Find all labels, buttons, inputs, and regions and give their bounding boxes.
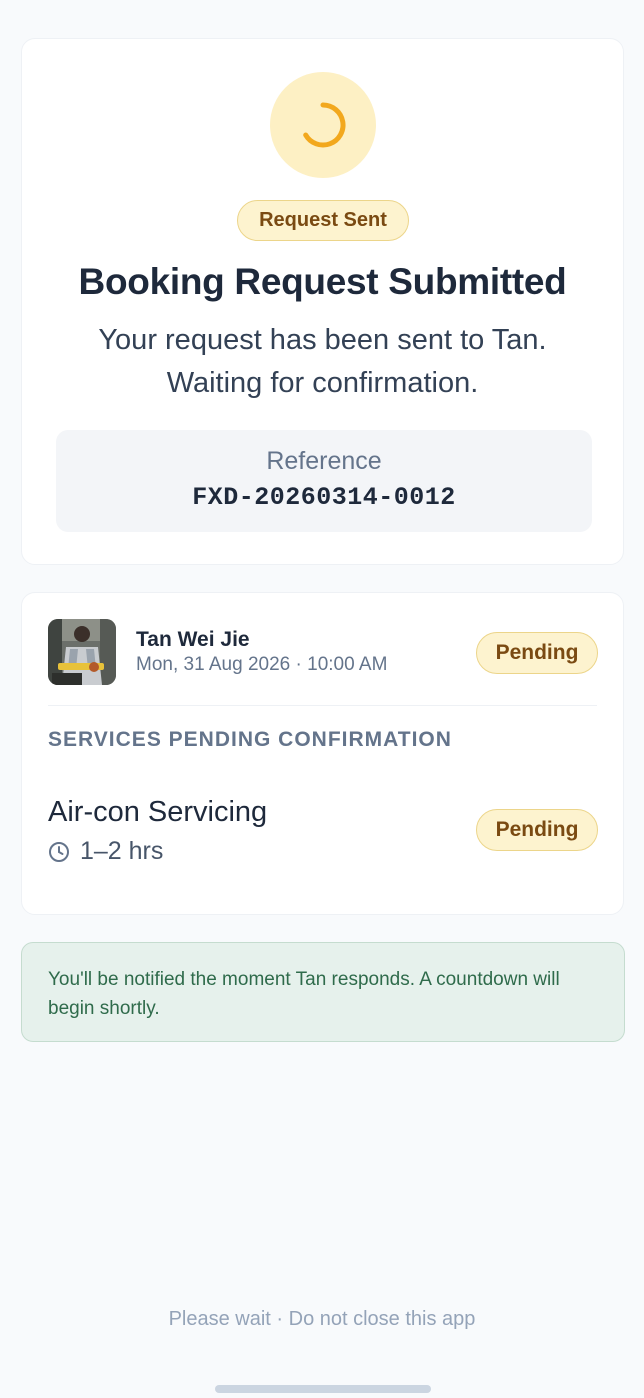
service-status-badge: Pending xyxy=(476,809,598,851)
booking-status-badge: Pending xyxy=(476,632,598,674)
duration-text: 1–2 hrs xyxy=(80,837,164,865)
services-section-label: SERVICES PENDING CONFIRMATION xyxy=(48,728,452,751)
info-banner: You'll be notified the moment Tan respon… xyxy=(21,942,625,1042)
footer-note: Please wait · Do not close this app xyxy=(168,1308,476,1330)
status-badge: Request Sent xyxy=(237,200,409,241)
home-indicator[interactable] xyxy=(215,1385,431,1393)
reference-number: FXD-20260314-0012 xyxy=(192,483,456,512)
booking-status-screen: Request Sent Booking Request Submitted Y… xyxy=(0,0,644,1398)
page-title: Booking Request Submitted xyxy=(78,261,567,302)
service-name: Air-con Servicing xyxy=(48,796,268,828)
request-summary-card: Request Sent Booking Request Submitted Y… xyxy=(21,38,624,565)
status-message: Your request has been sent to Tan. Waiti… xyxy=(98,324,547,399)
reference-label: Reference xyxy=(266,447,382,475)
clock-icon xyxy=(49,841,69,862)
service-duration: 1–2 hrs xyxy=(48,837,163,866)
booking-details-card: Tan Wei Jie Mon, 31 Aug 2026 · 10:00 AM … xyxy=(21,592,624,915)
avatar xyxy=(48,619,116,685)
loading-spinner-icon xyxy=(270,72,376,178)
divider xyxy=(48,705,597,706)
booking-datetime: Mon, 31 Aug 2026 · 10:00 AM xyxy=(136,654,388,675)
provider-name: Tan Wei Jie xyxy=(136,628,250,651)
reference-box: Reference FXD-20260314-0012 xyxy=(56,430,592,532)
